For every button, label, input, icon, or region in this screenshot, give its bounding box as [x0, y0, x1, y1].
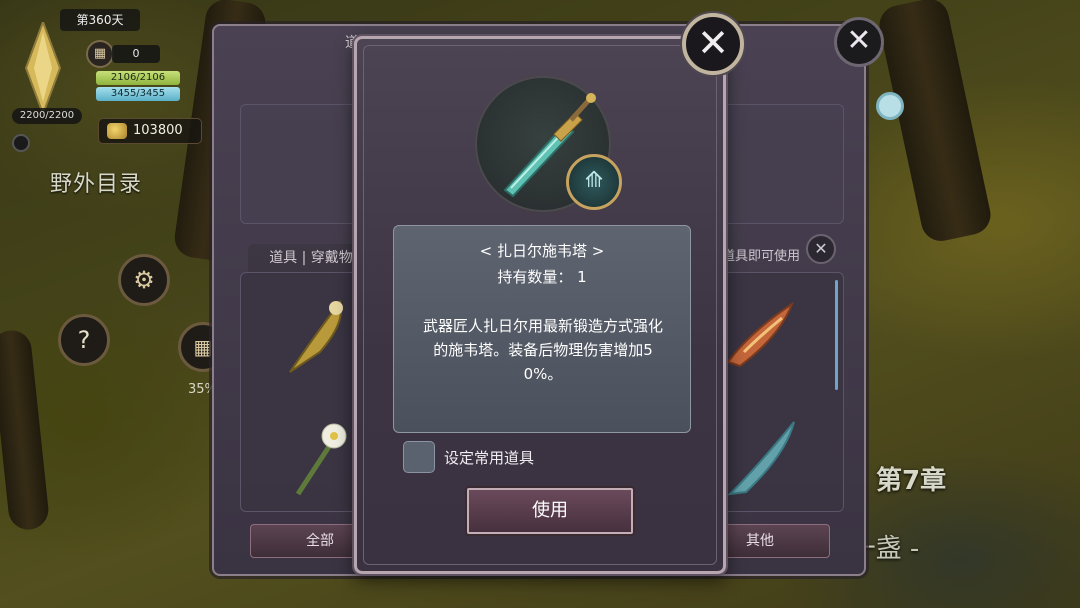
favorite-item-label: 设定常用道具 [444, 449, 535, 467]
settings-button[interactable]: ⚙ [118, 254, 170, 306]
use-button[interactable]: 使用 [467, 488, 633, 534]
help-icon: ? [77, 326, 91, 354]
chapter-title: 第7章 [876, 466, 947, 496]
item-name: < 扎日尔施韦塔 > [479, 242, 605, 260]
grid-item-golden-blade[interactable] [280, 292, 360, 382]
dialog-close-button[interactable]: ✕ [682, 13, 744, 75]
map-pin-icon[interactable] [876, 92, 904, 120]
panel-close-button[interactable]: ✕ [834, 17, 884, 67]
mp-bar: 3455/3455 [96, 87, 180, 101]
day-counter: 第360天 [60, 9, 140, 31]
spear-type-icon: ⟰ [566, 154, 622, 210]
scrollbar[interactable] [835, 280, 838, 390]
status-dot [12, 134, 30, 152]
help-button[interactable]: ? [58, 314, 110, 366]
clear-filter-button[interactable]: ✕ [806, 234, 836, 264]
item-count: 持有数量： 1 [497, 268, 587, 286]
close-icon: ✕ [814, 239, 828, 258]
field-catalog-title[interactable]: 野外目录 [50, 166, 142, 198]
close-icon: ✕ [846, 23, 872, 58]
panel-hint: 道具即可使用 [721, 249, 800, 264]
favorite-item-checkbox[interactable] [403, 441, 435, 473]
grid-item-ice-blade[interactable] [724, 414, 804, 498]
item-description: 武器匠人扎日尔用最新锻造方式强化的施韦塔。装备后物理伤害增加50%。 [422, 317, 663, 383]
close-icon: ✕ [697, 21, 729, 65]
grid-item-flame-blade[interactable] [720, 292, 800, 372]
calendar-button[interactable]: ▦ [86, 40, 114, 68]
grid-item-flower-staff[interactable] [288, 418, 358, 498]
gold-amount: 103800 [133, 123, 183, 138]
hp-bar: 2106/2106 [96, 71, 180, 85]
crystal-icon [24, 22, 62, 114]
calendar-count: 0 [112, 45, 160, 63]
gear-icon: ⚙ [133, 266, 155, 294]
gold-counter: 103800 [98, 118, 202, 144]
crystal-value: 2200/2200 [12, 108, 82, 124]
calendar-icon: ▦ [93, 46, 107, 61]
gold-icon [107, 123, 127, 139]
item-description-box: < 扎日尔施韦塔 > 持有数量： 1 武器匠人扎日尔用最新锻造方式强化的施韦塔。… [393, 225, 691, 433]
calendar-icon: ▦ [193, 335, 213, 359]
